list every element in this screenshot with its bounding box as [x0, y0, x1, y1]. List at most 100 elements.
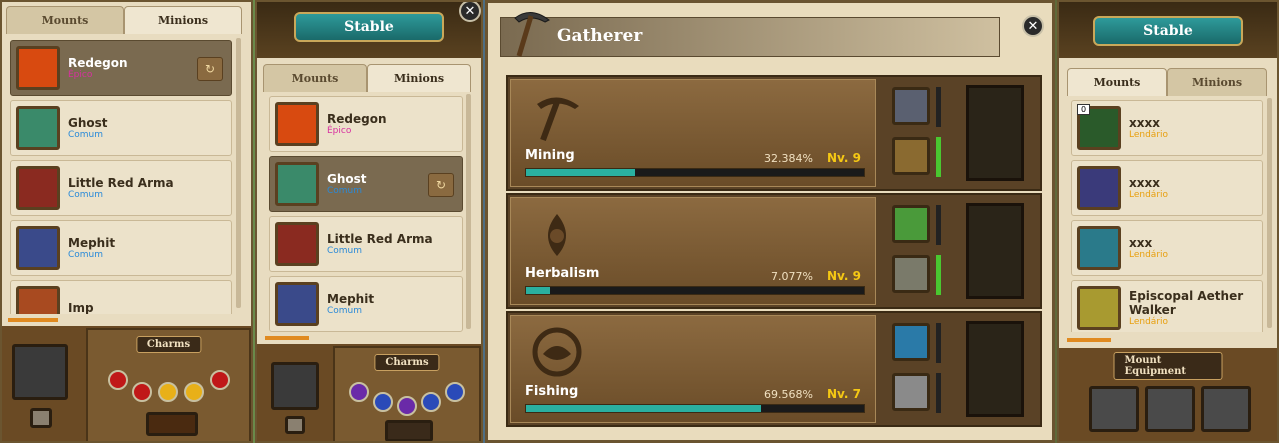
- item-rarity: Comum: [68, 250, 104, 260]
- red-charm-icon[interactable]: [210, 370, 230, 390]
- skill-progress-bar: [525, 404, 865, 413]
- item-rarity: Épico: [68, 70, 93, 80]
- gatherer-header: Gatherer: [500, 12, 1000, 57]
- skill-percent: 69.568%: [764, 388, 813, 401]
- creature-portrait-icon: [275, 282, 319, 326]
- list-item[interactable]: xxxx Lendário: [1071, 100, 1263, 156]
- page-title: Stable: [1093, 16, 1243, 46]
- window-title: Gatherer: [557, 26, 643, 46]
- red-charm-icon[interactable]: [132, 382, 152, 402]
- scroll-progress: [1067, 338, 1111, 342]
- tab-mounts[interactable]: Mounts: [263, 64, 367, 92]
- skill-name: Herbalism: [525, 266, 600, 281]
- skill-progress-fill: [526, 287, 550, 294]
- fishing-rod-slot[interactable]: [966, 321, 1024, 417]
- tab-minions[interactable]: Minions: [367, 64, 471, 92]
- mining-tool-slot[interactable]: [966, 85, 1024, 181]
- herb-icon: [548, 214, 566, 256]
- yellow-charm-icon[interactable]: [158, 382, 178, 402]
- gatherer-window: Gatherer ✕ Mining 32.384% Nv. 9 Herbalis…: [485, 0, 1055, 443]
- list-item[interactable]: Mephit Comum: [10, 220, 232, 276]
- count-badge: 0: [1077, 104, 1091, 115]
- energy-bar: [936, 323, 941, 363]
- close-button[interactable]: ✕: [1022, 15, 1044, 37]
- bucket-icon[interactable]: [892, 373, 930, 411]
- blue-charm-icon[interactable]: [421, 392, 441, 412]
- charm-item-slot[interactable]: [385, 420, 433, 441]
- summon-button[interactable]: ↻: [428, 173, 454, 197]
- lantern-icon[interactable]: [892, 137, 930, 175]
- yellow-charm-icon[interactable]: [184, 382, 204, 402]
- skill-level: Nv. 9: [827, 151, 861, 165]
- minion-list: Redegon Épico ↻ Ghost Comum Little Red Arma Co…: [10, 36, 232, 314]
- blue-charm-icon[interactable]: [445, 382, 465, 402]
- mount-equipment-title: Mount Equipment: [1113, 352, 1223, 380]
- list-item[interactable]: Redegon Épico ↻: [10, 40, 232, 96]
- equip-slot[interactable]: [271, 362, 319, 410]
- list-item[interactable]: Redegon Épico: [269, 96, 463, 152]
- item-name: xxxx: [1129, 116, 1160, 130]
- scrollbar[interactable]: [1267, 98, 1272, 328]
- list-item[interactable]: Ghost Comum: [10, 100, 232, 156]
- item-rarity: Lendário: [1129, 190, 1169, 200]
- tab-minions[interactable]: Minions: [1167, 68, 1267, 96]
- item-rarity: Comum: [327, 246, 363, 256]
- energy-bar: [936, 205, 941, 245]
- creature-portrait-icon: [275, 162, 319, 206]
- list-item[interactable]: Little Red Arma Comum: [10, 160, 232, 216]
- skill-progress-fill: [526, 405, 762, 412]
- creature-portrait-icon: [16, 106, 60, 150]
- summon-button[interactable]: ↻: [197, 57, 223, 81]
- list-item[interactable]: Little Red Arma Comum: [269, 216, 463, 272]
- fish-icon: [532, 327, 582, 377]
- scroll-progress: [265, 336, 309, 340]
- pickaxe-icon: [514, 12, 550, 57]
- saddle-slot[interactable]: [1089, 386, 1139, 432]
- item-rarity: Lendário: [1129, 317, 1169, 327]
- bait-icon[interactable]: [892, 323, 930, 361]
- list-item[interactable]: xxxx Lendário: [1071, 160, 1263, 216]
- mortar-icon[interactable]: [892, 255, 930, 293]
- creature-portrait-icon: [16, 166, 60, 210]
- scrollbar[interactable]: [236, 38, 241, 308]
- close-button[interactable]: ✕: [459, 2, 481, 22]
- armor-slot[interactable]: [1145, 386, 1195, 432]
- list-item[interactable]: Episcopal Aether Walker Lendário: [1071, 280, 1263, 332]
- list-item[interactable]: xxx Lendário: [1071, 220, 1263, 276]
- tab-mounts[interactable]: Mounts: [6, 6, 124, 34]
- scrollbar[interactable]: [466, 94, 471, 329]
- item-name: Ghost: [327, 172, 367, 186]
- skill-card: Herbalism 7.077% Nv. 9: [510, 197, 876, 305]
- tool-slot-icon[interactable]: [892, 87, 930, 125]
- purple-charm-icon[interactable]: [349, 382, 369, 402]
- item-rarity: Comum: [327, 186, 363, 196]
- item-rarity: Comum: [68, 130, 104, 140]
- skill-mining: Mining 32.384% Nv. 9: [506, 75, 1042, 191]
- purple-charm-icon[interactable]: [397, 396, 417, 416]
- charm-item-slot[interactable]: [146, 412, 198, 436]
- red-charm-icon[interactable]: [108, 370, 128, 390]
- creature-portrait-icon: [275, 102, 319, 146]
- charms-title: Charms: [374, 354, 440, 371]
- horseshoe-slot[interactable]: [1201, 386, 1251, 432]
- lock-icon: [285, 416, 305, 434]
- list-item[interactable]: Mephit Comum: [269, 276, 463, 332]
- list-item[interactable]: Imp: [10, 280, 232, 314]
- herb-tool-icon[interactable]: [892, 205, 930, 243]
- minion-list: Redegon Épico Ghost Comum ↻ Little Red Arma Co…: [269, 92, 463, 332]
- item-name: xxx: [1129, 236, 1153, 250]
- item-rarity: Lendário: [1129, 250, 1169, 260]
- skill-progress-bar: [525, 168, 865, 177]
- tab-minions[interactable]: Minions: [124, 6, 242, 34]
- list-item[interactable]: Ghost Comum ↻: [269, 156, 463, 212]
- game-screen: Mounts Minions Redegon Épico ↻ Ghost Comum Li…: [0, 0, 1279, 443]
- skill-card: Mining 32.384% Nv. 9: [510, 79, 876, 187]
- mount-list: xxxx Lendário xxxx Lendário xxx Lendário Episc…: [1071, 96, 1263, 332]
- tab-mounts[interactable]: Mounts: [1067, 68, 1167, 96]
- herb-tool-slot[interactable]: [966, 203, 1024, 299]
- item-name: Redegon: [68, 56, 128, 70]
- blue-charm-icon[interactable]: [373, 392, 393, 412]
- equip-slot[interactable]: [12, 344, 68, 400]
- item-rarity: Lendário: [1129, 130, 1169, 140]
- lock-icon: [30, 408, 52, 428]
